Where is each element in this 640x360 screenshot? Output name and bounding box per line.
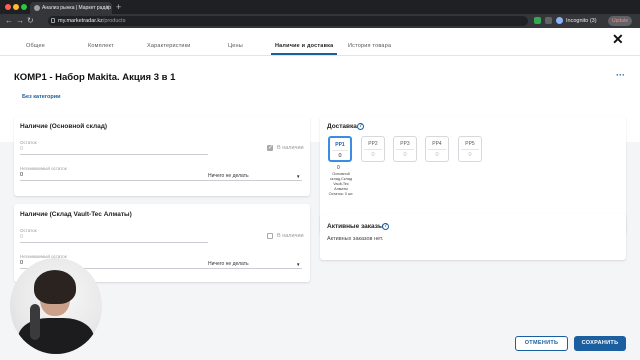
warehouse-divider [332, 150, 348, 151]
stock-almaty-title: Наличие (Склад Vault-Tec Алматы) [20, 211, 132, 218]
warehouse-pp2[interactable]: PP2 0 [361, 136, 385, 162]
update-button[interactable]: Update [608, 16, 633, 26]
browser-tab-bar: Анализ рынка | Маркет радар × + [0, 0, 640, 14]
warehouse-value: 0 [338, 153, 342, 159]
help-circle-icon[interactable]: ? [382, 223, 389, 230]
new-tab-button[interactable]: + [116, 1, 121, 13]
browser-toolbar: ← → ↻ my.marketradar.kz/products Incogni… [0, 14, 640, 28]
category-link[interactable]: Без категории [22, 94, 61, 100]
min-remainder-input[interactable]: 0 [20, 172, 23, 178]
save-button[interactable]: СОХРАНИТЬ [574, 336, 626, 351]
warehouse-pp1[interactable]: PP1 0 [328, 136, 352, 162]
min-remainder-input[interactable]: 0 [20, 260, 23, 266]
delivery-title: Доставка [327, 123, 357, 130]
tab-prices[interactable]: Цены [228, 43, 243, 49]
remainder-underline [20, 154, 208, 155]
warehouse-tooltip-zero: 0 [337, 165, 340, 171]
warehouse-divider [396, 149, 414, 150]
warehouse-name: PP3 [400, 141, 410, 147]
warehouse-divider [364, 149, 382, 150]
warehouse-value: 0 [371, 152, 375, 158]
remainder-underline [20, 242, 208, 243]
orders-card: Активные заказы ? Активных заказов нет. [320, 214, 626, 260]
remainder-input[interactable]: 0 [20, 234, 23, 240]
help-circle-icon[interactable]: ? [357, 123, 364, 130]
back-icon[interactable]: ← [5, 15, 13, 27]
warehouse-value: 0 [468, 152, 472, 158]
tab-history[interactable]: История товара [348, 43, 391, 49]
warehouse-value: 0 [403, 152, 407, 158]
orders-title: Активные заказы [327, 223, 384, 230]
close-window-icon[interactable] [5, 4, 11, 10]
cancel-button[interactable]: ОТМЕНИТЬ [515, 336, 568, 351]
action-underline [208, 268, 302, 269]
minimize-window-icon[interactable] [13, 4, 19, 10]
stock-main-card: Наличие (Основной склад) Остаток 0 В нал… [14, 116, 310, 196]
remainder-label: Остаток [20, 228, 37, 233]
person-hair [34, 270, 76, 304]
browser-window: Анализ рынка | Маркет радар × + ← → ↻ my… [0, 0, 640, 360]
more-menu-icon[interactable]: ··· [616, 70, 625, 80]
stock-main-title: Наличие (Основной склад) [20, 123, 108, 130]
url-domain: my.marketradar.kz [58, 18, 103, 24]
warehouse-name: PP4 [432, 141, 442, 147]
min-remainder-label: Неснижаемый остаток [20, 166, 67, 171]
warehouse-name: PP2 [368, 141, 378, 147]
tab-close-icon[interactable]: × [105, 2, 109, 14]
product-tabs: Общее Комплект Характеристики Цены Налич… [0, 28, 640, 56]
remainder-label: Остаток [20, 140, 37, 145]
warehouse-divider [461, 149, 479, 150]
incognito-icon [556, 17, 563, 24]
tab-stock-delivery[interactable]: Наличие и доставка [270, 43, 338, 55]
warehouse-pp4[interactable]: PP4 0 [425, 136, 449, 162]
warehouse-pp3[interactable]: PP3 0 [393, 136, 417, 162]
action-select[interactable]: Ничего не делать [208, 173, 249, 179]
maximize-window-icon[interactable] [21, 4, 27, 10]
warehouse-tooltip: Основной склад,Склад Vault-Tec Алматы Ос… [325, 172, 357, 197]
page-title: КОМР1 - Набор Makita. Акция 3 в 1 [14, 72, 176, 83]
orders-empty-text: Активных заказов нет. [327, 236, 384, 242]
in-stock-label: В наличии [277, 233, 304, 239]
address-bar[interactable]: my.marketradar.kz/products [48, 16, 528, 26]
warehouse-divider [428, 149, 446, 150]
warehouse-value: 0 [435, 152, 439, 158]
warehouse-tooltip-total: Остаток: 0 шт. [328, 192, 354, 196]
extension-icon[interactable] [545, 17, 552, 24]
browser-tab-title: Анализ рынка | Маркет радар [42, 5, 111, 11]
favicon-icon [34, 5, 40, 11]
action-underline [208, 180, 302, 181]
in-stock-label: В наличии [277, 145, 304, 151]
action-select[interactable]: Ничего не делать [208, 261, 249, 267]
webcam-overlay [10, 258, 102, 354]
warehouse-name: PP5 [465, 141, 475, 147]
warehouse-name: PP1 [335, 142, 345, 148]
in-stock-checkbox[interactable] [267, 233, 273, 239]
chevron-down-icon[interactable]: ▼ [296, 262, 300, 267]
tab-general[interactable]: Общее [26, 43, 45, 49]
remainder-input[interactable]: 0 [20, 146, 23, 152]
reload-icon[interactable]: ↻ [27, 15, 34, 27]
close-icon[interactable]: ✕ [612, 31, 624, 48]
in-stock-checkbox[interactable] [267, 144, 273, 151]
chevron-down-icon[interactable]: ▼ [296, 174, 300, 179]
tab-kit[interactable]: Комплект [88, 43, 114, 49]
incognito-label: Incognito (3) [566, 18, 597, 24]
tab-characteristics[interactable]: Характеристики [147, 43, 191, 49]
forward-icon[interactable]: → [16, 15, 24, 27]
microphone-icon [30, 304, 40, 340]
extension-icon[interactable] [534, 17, 541, 24]
browser-tab[interactable]: Анализ рынка | Маркет радар × [30, 2, 112, 14]
lock-icon [51, 18, 55, 23]
warehouse-pp5[interactable]: PP5 0 [458, 136, 482, 162]
min-remainder-underline [20, 180, 208, 181]
url-path: /products [102, 18, 126, 24]
